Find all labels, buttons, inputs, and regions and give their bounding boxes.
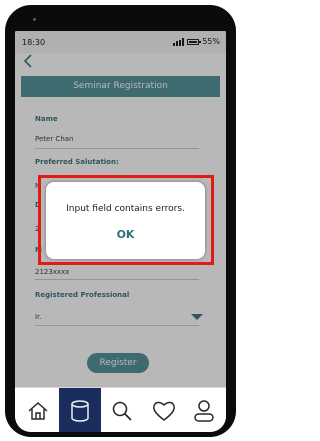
phone-frame: 18:30 55% Seminar Registration Name Pete… — [5, 5, 236, 437]
tab-search[interactable] — [101, 388, 143, 432]
alert-message: Input field contains errors. — [66, 204, 185, 214]
tab-favorites[interactable] — [143, 388, 185, 432]
database-icon — [71, 399, 89, 422]
error-alert-dialog: Input field contains errors. OK — [46, 182, 205, 259]
phone-screen: 18:30 55% Seminar Registration Name Pete… — [15, 31, 226, 432]
home-icon — [28, 401, 48, 420]
alert-ok-button[interactable]: OK — [46, 228, 205, 241]
tab-profile[interactable] — [183, 388, 225, 432]
search-icon — [112, 401, 132, 421]
heart-icon — [153, 401, 175, 421]
tab-home[interactable] — [17, 388, 59, 432]
speaker-dot — [33, 18, 36, 21]
tab-database[interactable] — [59, 388, 101, 432]
tab-bar — [15, 387, 226, 432]
user-icon — [194, 399, 214, 422]
